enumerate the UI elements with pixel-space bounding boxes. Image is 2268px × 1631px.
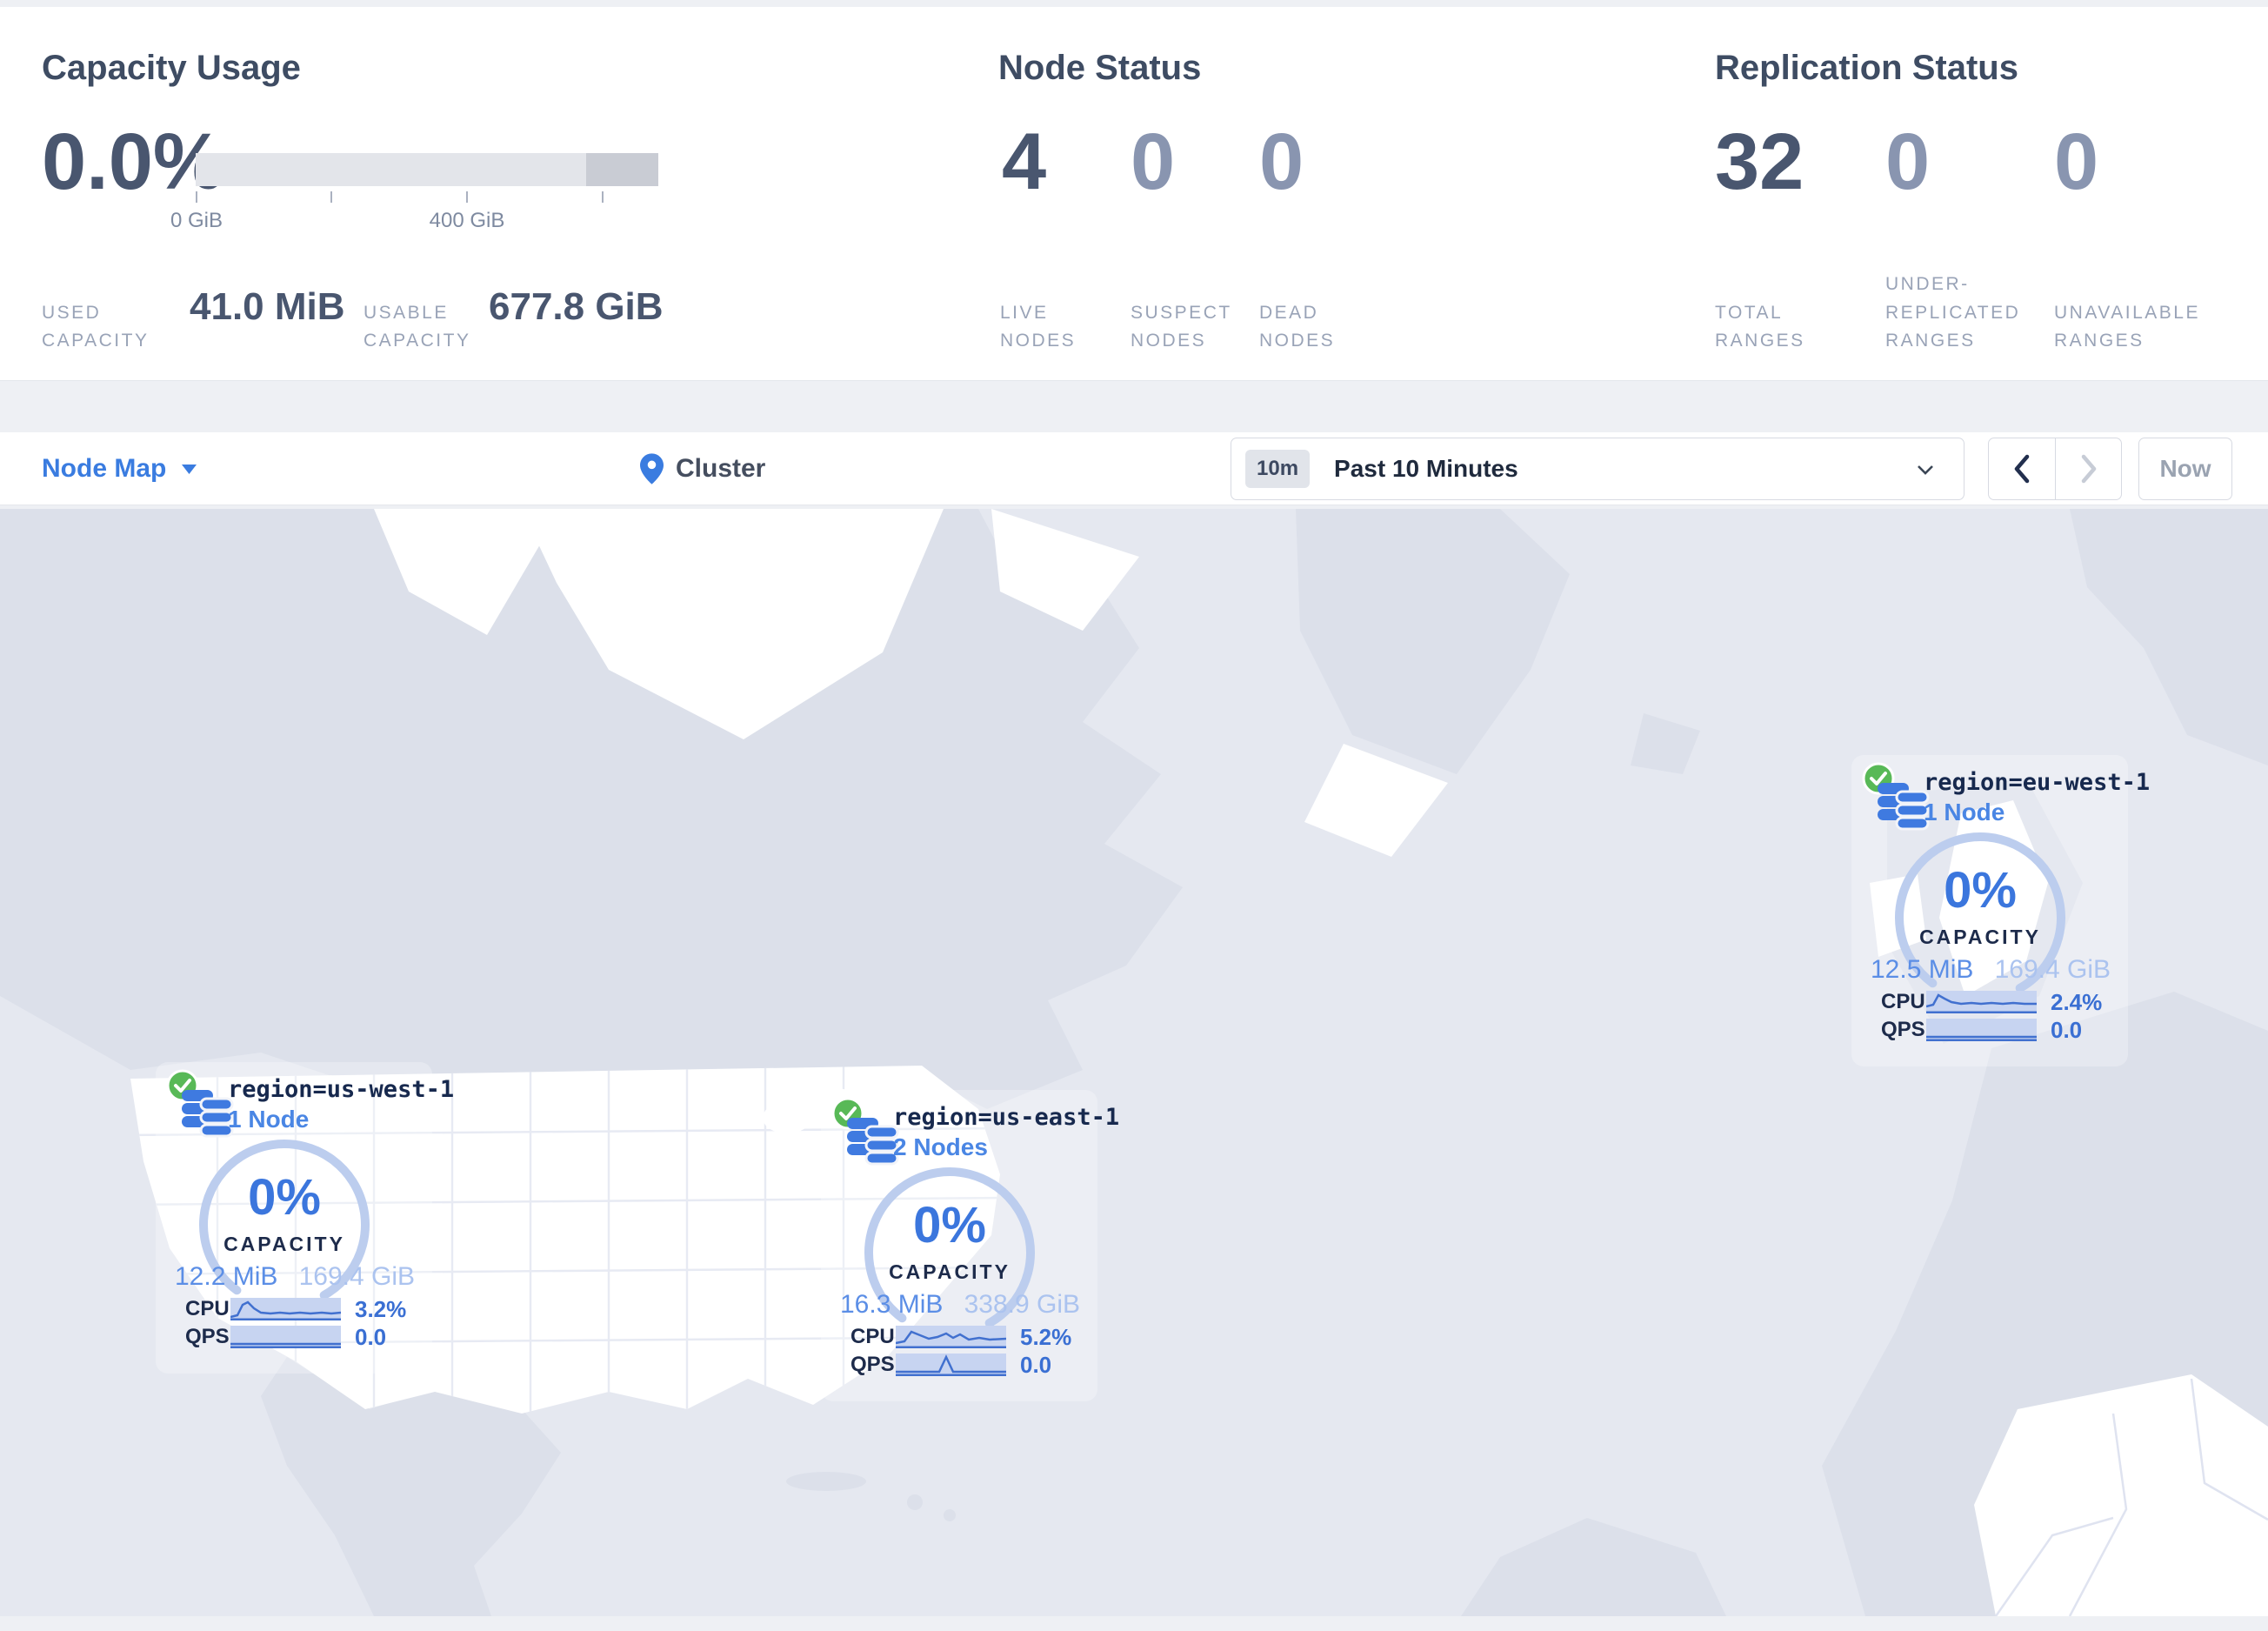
database-stack-icon — [847, 1118, 899, 1166]
region-total-capacity: 338.9 GiB — [964, 1290, 1080, 1319]
cluster-overview-panel: Capacity Usage 0.0% 0 GiB 400 GiB USED C… — [0, 7, 2268, 381]
cpu-sparkline — [230, 1298, 342, 1321]
qps-value: 0.0 — [355, 1323, 387, 1350]
chevron-right-icon — [2081, 454, 2096, 484]
region-capacity-percent: 0% — [1944, 862, 2017, 919]
used-capacity-label: USED CAPACITY — [42, 302, 150, 351]
region-used-capacity: 12.2 MiB — [175, 1262, 278, 1291]
chevron-left-icon — [2014, 454, 2030, 484]
region-node-count: 2 Nodes — [893, 1133, 988, 1160]
live-nodes-label: LIVE NODES — [1000, 302, 1077, 351]
bar-tick-label-400: 400 GiB — [429, 209, 505, 232]
bar-tick-label-0: 0 GiB — [170, 209, 223, 232]
under-replicated-ranges-count: 0 — [1885, 117, 1931, 206]
capacity-usage-bar-reserved — [586, 153, 658, 186]
qps-sparkline — [230, 1326, 341, 1349]
unavailable-ranges-label: UNAVAILABLE RANGES — [2054, 302, 2200, 351]
database-stack-icon — [1878, 783, 1930, 831]
region-node-count: 1 Node — [228, 1106, 310, 1133]
capacity-usage-title: Capacity Usage — [42, 49, 301, 87]
total-ranges-count: 32 — [1715, 117, 1804, 206]
dead-nodes-count: 0 — [1259, 117, 1304, 206]
time-next-button[interactable] — [2055, 438, 2121, 499]
used-capacity-value: 41.0 MiB — [190, 285, 345, 328]
view-selector-node-map[interactable]: Node Map — [42, 432, 197, 505]
region-used-capacity: 12.5 MiB — [1871, 955, 1974, 984]
unavailable-ranges-count: 0 — [2054, 117, 2099, 206]
node-status-title: Node Status — [998, 49, 1202, 87]
qps-value: 0.0 — [2051, 1016, 2083, 1043]
qps-label: QPS — [185, 1325, 230, 1348]
region-capacity-label: CAPACITY — [223, 1233, 345, 1255]
database-stack-icon — [182, 1090, 234, 1138]
caret-down-icon — [182, 464, 197, 474]
qps-label: QPS — [1881, 1018, 1925, 1041]
bar-tick — [466, 191, 468, 203]
qps-label: QPS — [850, 1353, 895, 1376]
time-range-arrows — [1988, 438, 2122, 500]
region-total-capacity: 169.4 GiB — [298, 1262, 415, 1291]
node-map: region=us-west-1 1 Node 0% CAPACITY 12.2… — [0, 509, 2268, 1616]
region-node-count: 1 Node — [1924, 799, 2005, 826]
region-capacity-label: CAPACITY — [889, 1260, 1011, 1283]
dead-nodes-label: DEAD NODES — [1259, 302, 1336, 351]
cpu-label: CPU — [185, 1297, 230, 1320]
breadcrumb-cluster[interactable]: Cluster — [640, 432, 765, 505]
region-name: region=us-west-1 — [228, 1076, 455, 1103]
suspect-nodes-count: 0 — [1131, 117, 1176, 206]
breadcrumb-label: Cluster — [676, 454, 766, 483]
cpu-value: 3.2% — [355, 1295, 407, 1322]
under-replicated-ranges-label: UNDER- REPLICATED RANGES — [1885, 274, 2021, 351]
time-range-badge: 10m — [1245, 450, 1311, 488]
qps-value: 0.0 — [1020, 1351, 1052, 1378]
time-prev-button[interactable] — [1989, 438, 2055, 499]
region-marker-eu-west-1[interactable]: region=eu-west-1 1 Node 0% CAPACITY 12.5… — [1851, 755, 2150, 1066]
region-used-capacity: 16.3 MiB — [840, 1290, 944, 1319]
bar-tick — [602, 191, 604, 203]
region-total-capacity: 169.4 GiB — [1994, 955, 2111, 984]
capacity-usage-bar — [196, 153, 658, 186]
total-ranges-label: TOTAL RANGES — [1715, 302, 1805, 351]
region-capacity-label: CAPACITY — [1919, 926, 2041, 948]
map-toolbar: Node Map Cluster 10m Past 10 Minutes Now — [0, 432, 2268, 505]
replication-status-title: Replication Status — [1715, 49, 2018, 87]
region-name: region=us-east-1 — [893, 1104, 1120, 1131]
cpu-value: 2.4% — [2051, 988, 2103, 1015]
region-marker-us-east-1[interactable]: region=us-east-1 2 Nodes 0% CAPACITY 16.… — [821, 1090, 1119, 1401]
usable-capacity-value: 677.8 GiB — [489, 285, 664, 328]
qps-sparkline — [896, 1354, 1006, 1377]
region-name: region=eu-west-1 — [1924, 769, 2151, 796]
region-capacity-percent: 0% — [913, 1197, 986, 1253]
chevron-down-icon — [1918, 465, 1933, 475]
qps-sparkline — [1926, 1019, 2037, 1042]
live-nodes-count: 4 — [1002, 117, 1047, 206]
cpu-label: CPU — [1881, 990, 1925, 1013]
usable-capacity-label: USABLE CAPACITY — [364, 302, 471, 351]
region-capacity-percent: 0% — [248, 1169, 321, 1226]
bar-tick — [330, 191, 332, 203]
cpu-label: CPU — [850, 1325, 895, 1348]
cpu-sparkline — [1925, 991, 2037, 1014]
view-selector-label: Node Map — [42, 454, 167, 483]
time-range-label: Past 10 Minutes — [1334, 455, 1518, 482]
cpu-value: 5.2% — [1020, 1323, 1072, 1350]
now-button[interactable]: Now — [2138, 438, 2232, 500]
region-marker-us-west-1[interactable]: region=us-west-1 1 Node 0% CAPACITY 12.2… — [156, 1062, 454, 1374]
cpu-sparkline — [895, 1326, 1007, 1349]
map-pin-icon — [640, 453, 664, 485]
suspect-nodes-label: SUSPECT NODES — [1131, 302, 1232, 351]
bar-tick — [196, 191, 197, 203]
time-range-dropdown[interactable]: 10m Past 10 Minutes — [1231, 438, 1964, 500]
